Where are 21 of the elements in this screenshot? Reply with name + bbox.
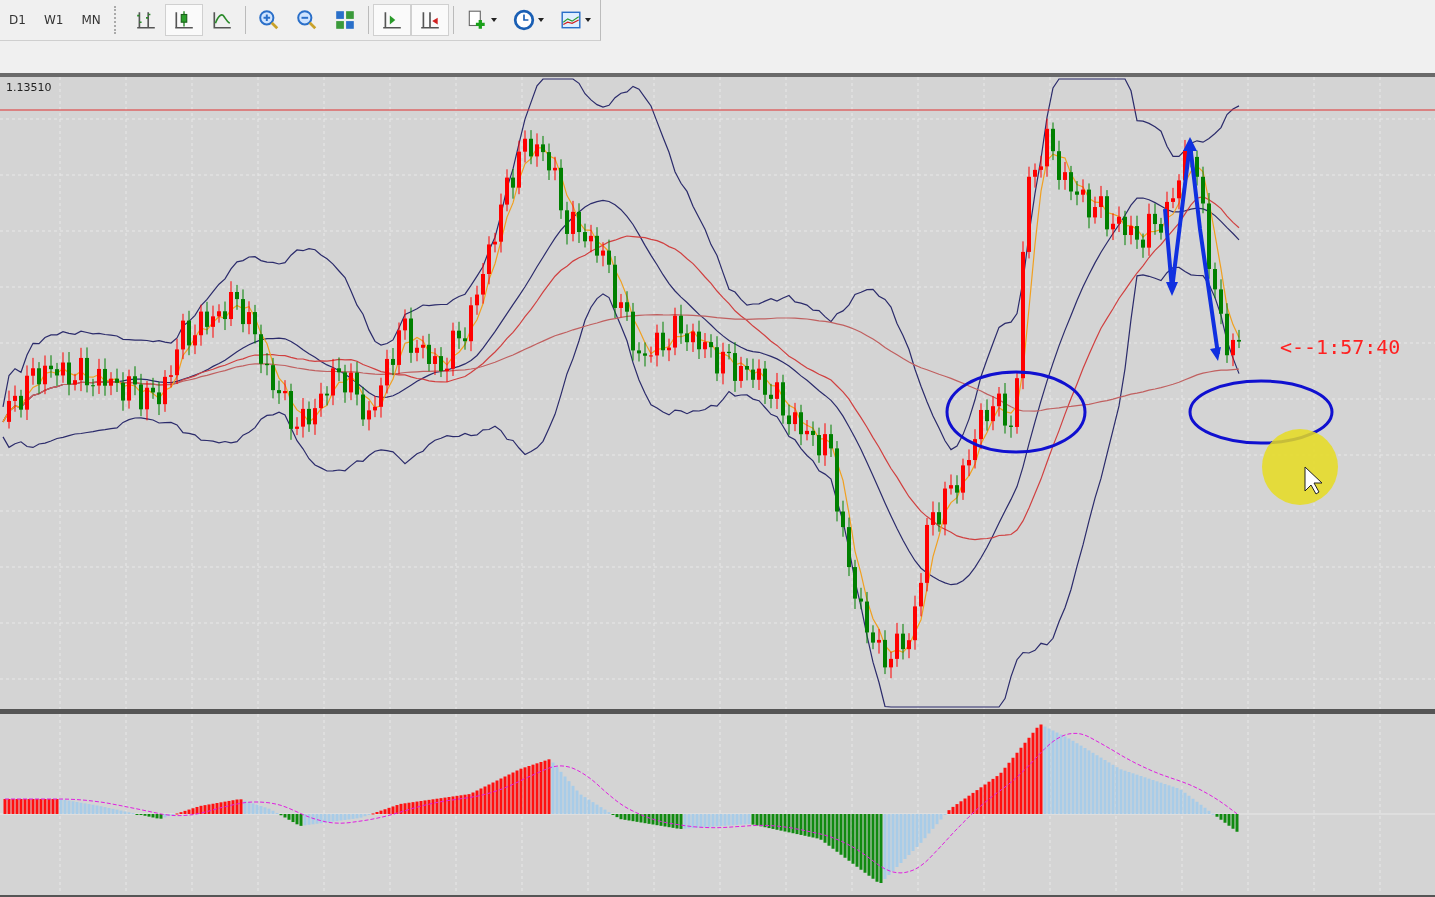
chart-shift-icon	[418, 9, 441, 31]
zoom-in-icon	[257, 9, 280, 31]
candlestick-icon	[172, 9, 195, 31]
timeframe-button[interactable]: W1	[34, 5, 73, 35]
caret-icon	[490, 18, 497, 22]
chart-shift-button[interactable]	[410, 4, 449, 36]
tile-windows-icon	[333, 9, 356, 31]
price-label: 1.13510	[6, 81, 52, 95]
clock-icon	[512, 9, 535, 31]
timeframe-button[interactable]: MN	[72, 5, 110, 35]
timeframe-button[interactable]: D1	[0, 5, 35, 35]
autoscroll-button[interactable]	[372, 4, 411, 36]
line-chart-icon	[210, 9, 233, 31]
bar-chart-icon	[134, 9, 157, 31]
autoscroll-icon	[380, 9, 403, 31]
caret-icon	[584, 18, 591, 22]
candlestick-button[interactable]	[164, 4, 203, 36]
zoom-out-icon	[295, 9, 318, 31]
countdown-text: <--1:57:40	[1280, 335, 1401, 360]
template-icon	[559, 9, 582, 31]
caret-icon	[537, 18, 544, 22]
